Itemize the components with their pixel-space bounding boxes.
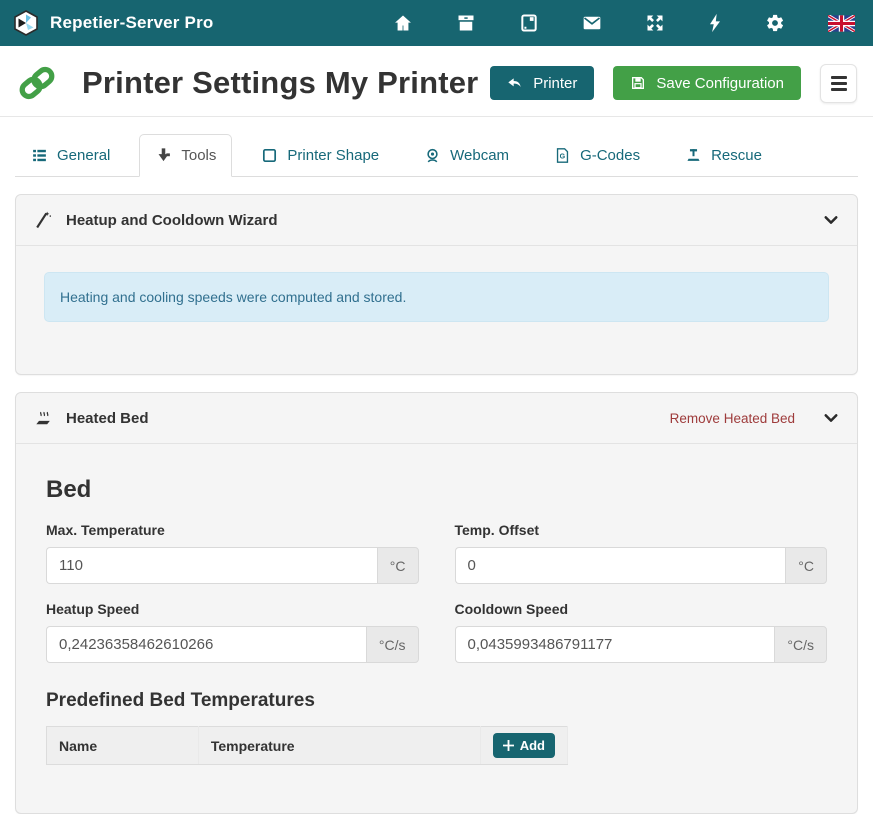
table-header-row: Name Temperature Add	[47, 727, 568, 765]
save-configuration-button[interactable]: Save Configuration	[613, 66, 801, 100]
heated-bed-panel-heading[interactable]: Heated Bed Remove Heated Bed	[16, 393, 857, 444]
tab-rescue[interactable]: Rescue	[669, 134, 778, 177]
tab-printer-shape[interactable]: Printer Shape	[245, 134, 395, 177]
svg-text:G: G	[560, 153, 566, 161]
predefined-temps-table: Name Temperature Add	[46, 726, 568, 765]
info-alert: Heating and cooling speeds were computed…	[44, 272, 829, 322]
reply-arrow-icon	[507, 75, 523, 91]
add-temperature-button[interactable]: Add	[493, 733, 555, 758]
link-chain-icon	[14, 60, 60, 106]
brand-title: Repetier-Server Pro	[50, 13, 213, 33]
temp-offset-field-group: Temp. Offset °C	[455, 522, 828, 584]
temp-offset-input[interactable]	[455, 547, 786, 584]
max-temperature-label: Max. Temperature	[46, 522, 419, 538]
cooldown-speed-input[interactable]	[455, 626, 775, 663]
list-icon	[31, 147, 48, 164]
max-temperature-input[interactable]	[46, 547, 377, 584]
tab-gcodes[interactable]: G G-Codes	[538, 134, 656, 177]
heated-bed-panel-title: Heated Bed	[66, 410, 149, 427]
column-header-temperature: Temperature	[198, 727, 480, 765]
remove-heated-bed-link[interactable]: Remove Heated Bed	[670, 411, 795, 426]
heatup-speed-unit: °C/s	[366, 626, 419, 663]
max-temperature-unit: °C	[377, 547, 419, 584]
tab-tools[interactable]: Tools	[139, 134, 232, 177]
page-title: Printer Settings My Printer	[82, 65, 478, 101]
page-header: Printer Settings My Printer Printer Save…	[0, 46, 873, 117]
top-navbar: Repetier-Server Pro	[0, 0, 873, 46]
save-icon	[630, 75, 646, 91]
heated-bed-icon	[33, 408, 53, 428]
heatup-speed-label: Heatup Speed	[46, 601, 419, 617]
language-flag-uk-icon[interactable]	[828, 15, 855, 32]
heated-bed-panel: Heated Bed Remove Heated Bed Bed Max. Te…	[15, 392, 858, 814]
tab-general[interactable]: General	[15, 134, 126, 177]
home-icon[interactable]	[393, 13, 413, 33]
heatup-speed-input[interactable]	[46, 626, 366, 663]
temp-offset-label: Temp. Offset	[455, 522, 828, 538]
wizard-panel-title: Heatup and Cooldown Wizard	[66, 212, 278, 229]
wizard-panel-heading[interactable]: Heatup and Cooldown Wizard	[16, 195, 857, 246]
manual-icon[interactable]	[519, 13, 539, 33]
settings-icon[interactable]	[765, 13, 785, 33]
max-temperature-field-group: Max. Temperature °C	[46, 522, 419, 584]
gcode-file-icon: G	[554, 147, 571, 164]
webcam-icon	[424, 147, 441, 164]
table-action-cell: Add	[480, 727, 567, 765]
info-alert-text: Heating and cooling speeds were computed…	[60, 289, 406, 305]
magic-wand-icon	[33, 210, 53, 230]
shape-square-icon	[261, 147, 278, 164]
settings-tabs: General Tools Printer Shape Webcam G G-C…	[15, 134, 858, 177]
repetier-logo-icon	[12, 9, 40, 37]
cooldown-speed-label: Cooldown Speed	[455, 601, 828, 617]
tab-webcam[interactable]: Webcam	[408, 134, 525, 177]
column-header-name: Name	[47, 727, 199, 765]
collapse-chevron-icon[interactable]	[822, 409, 840, 427]
bed-section-heading: Bed	[46, 476, 827, 504]
predefined-temps-heading: Predefined Bed Temperatures	[46, 690, 827, 712]
collapse-chevron-icon[interactable]	[822, 211, 840, 229]
heatup-cooldown-wizard-panel: Heatup and Cooldown Wizard Heating and c…	[15, 194, 858, 375]
quick-actions-icon[interactable]	[708, 13, 722, 33]
temp-offset-unit: °C	[785, 547, 827, 584]
rescue-icon	[685, 147, 702, 164]
extruder-icon	[155, 147, 172, 164]
messages-icon[interactable]	[582, 13, 602, 33]
heated-bed-panel-body: Bed Max. Temperature °C Temp. Offset °C …	[16, 444, 857, 813]
heatup-speed-field-group: Heatup Speed °C/s	[46, 601, 419, 663]
wizard-panel-body: Heating and cooling speeds were computed…	[16, 246, 857, 374]
hamburger-icon	[831, 76, 847, 91]
plus-icon	[503, 740, 514, 751]
menu-button[interactable]	[820, 64, 857, 103]
fullscreen-icon[interactable]	[645, 13, 665, 33]
brand[interactable]: Repetier-Server Pro	[12, 9, 213, 37]
cooldown-speed-field-group: Cooldown Speed °C/s	[455, 601, 828, 663]
cooldown-speed-unit: °C/s	[774, 626, 827, 663]
printer-back-button[interactable]: Printer	[490, 66, 594, 100]
printer-icon[interactable]	[456, 13, 476, 33]
